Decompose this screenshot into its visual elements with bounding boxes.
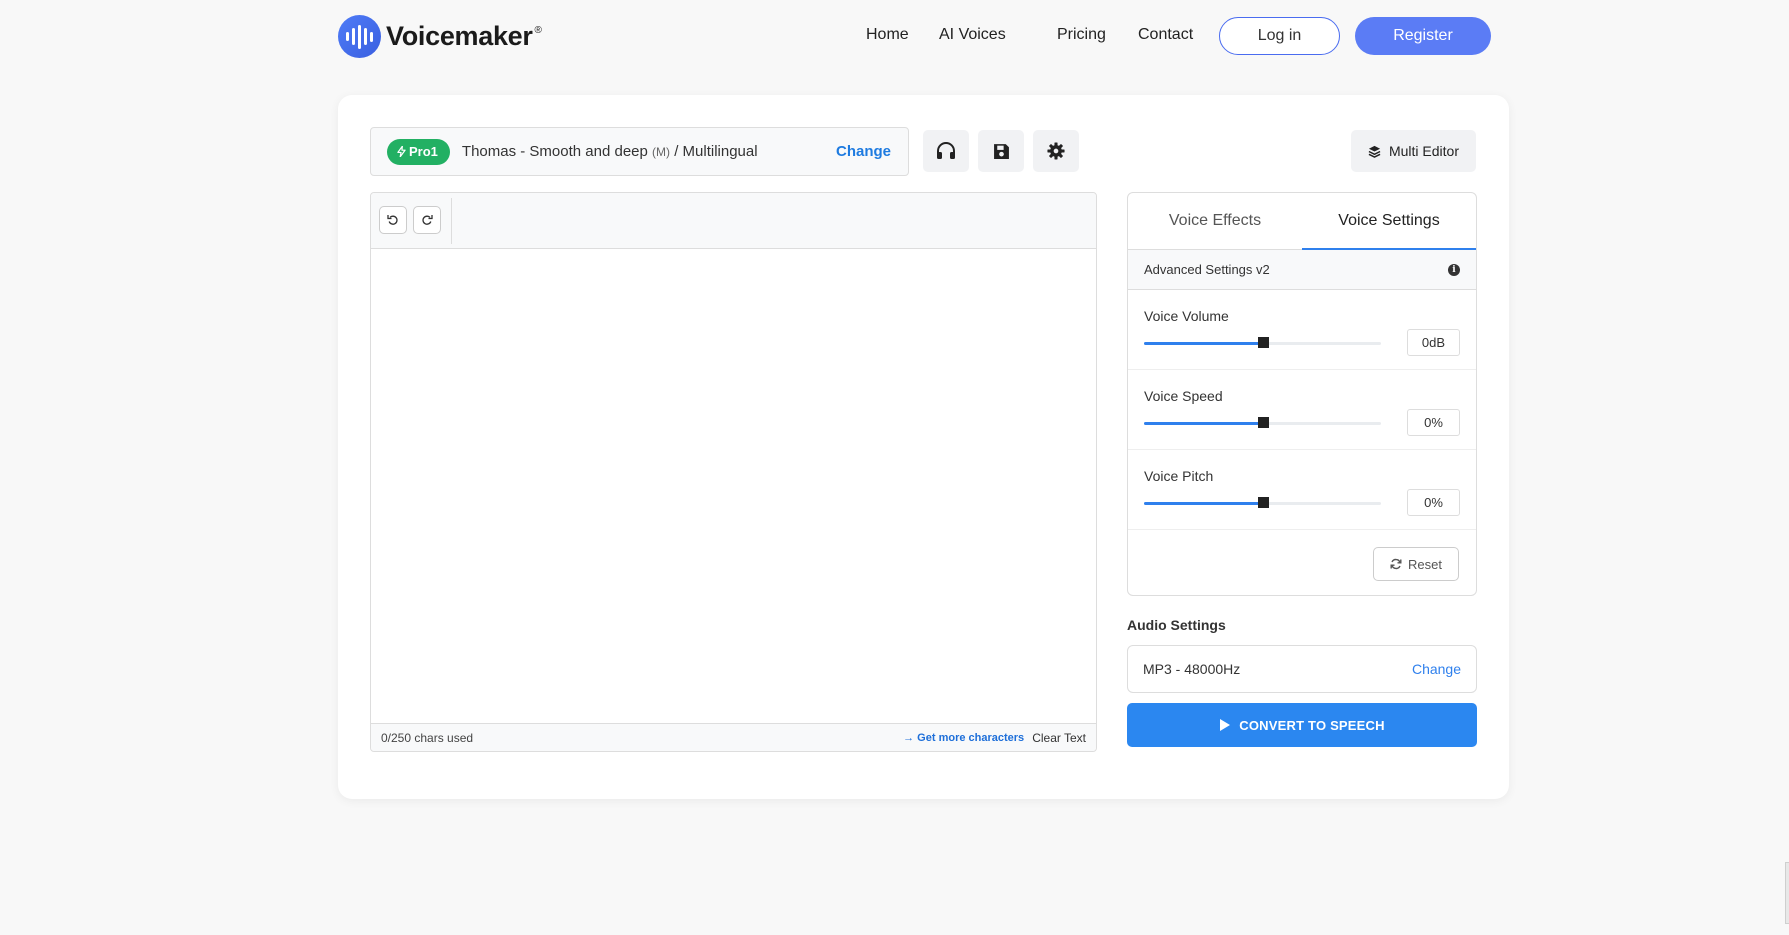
editor-footer: 0/250 chars used → Get more characters C… bbox=[371, 723, 1096, 751]
speed-slider[interactable] bbox=[1144, 417, 1381, 428]
register-button[interactable]: Register bbox=[1355, 17, 1491, 55]
site-header: Voicemaker ® Home AI Voices Pricing Conta… bbox=[0, 0, 1789, 72]
slider-fill bbox=[1144, 502, 1263, 505]
advanced-settings-label: Advanced Settings v2 bbox=[1144, 262, 1270, 277]
toolbar-divider bbox=[451, 198, 452, 244]
get-more-characters-link[interactable]: → Get more characters bbox=[903, 732, 1024, 744]
voice-selector[interactable]: Pro1 Thomas - Smooth and deep (M) / Mult… bbox=[370, 127, 909, 176]
preview-voice-button[interactable] bbox=[923, 130, 969, 172]
redo-icon bbox=[422, 215, 433, 225]
change-audio-link[interactable]: Change bbox=[1412, 661, 1461, 677]
slider-handle[interactable] bbox=[1257, 497, 1269, 508]
speed-value-input[interactable]: 0% bbox=[1407, 409, 1460, 436]
convert-to-speech-button[interactable]: CONVERT TO SPEECH bbox=[1127, 703, 1477, 747]
undo-icon bbox=[387, 215, 398, 225]
nav-pricing[interactable]: Pricing bbox=[1057, 26, 1106, 44]
save-icon bbox=[993, 143, 1009, 159]
brand-name: Voicemaker ® bbox=[386, 21, 542, 51]
voice-settings-panel: Voice Effects Voice Settings Advanced Se… bbox=[1127, 192, 1477, 596]
setting-label: Voice Pitch bbox=[1144, 468, 1214, 484]
gear-icon bbox=[1047, 142, 1065, 160]
layers-icon bbox=[1368, 145, 1381, 158]
tab-voice-settings[interactable]: Voice Settings bbox=[1302, 193, 1476, 250]
side-widget-edge bbox=[1785, 862, 1789, 924]
reset-button[interactable]: Reset bbox=[1373, 547, 1459, 581]
setting-voice-volume: Voice Volume 0dB bbox=[1128, 290, 1476, 370]
volume-value-input[interactable]: 0dB bbox=[1407, 329, 1460, 356]
bolt-icon bbox=[397, 146, 406, 157]
info-icon[interactable]: i bbox=[1448, 263, 1460, 276]
nav-home[interactable]: Home bbox=[866, 26, 909, 44]
text-input-area[interactable] bbox=[371, 249, 1096, 724]
slider-handle[interactable] bbox=[1257, 417, 1269, 428]
advanced-settings-bar: Advanced Settings v2 i bbox=[1128, 250, 1476, 290]
slider-fill bbox=[1144, 342, 1263, 345]
audio-settings-box: MP3 - 48000Hz Change bbox=[1127, 645, 1477, 693]
settings-button[interactable] bbox=[1033, 130, 1079, 172]
tab-voice-effects[interactable]: Voice Effects bbox=[1128, 193, 1302, 249]
nav-ai-voices[interactable]: AI Voices bbox=[939, 26, 1006, 44]
audio-settings-label: Audio Settings bbox=[1127, 617, 1226, 633]
pitch-value-input[interactable]: 0% bbox=[1407, 489, 1460, 516]
pitch-slider[interactable] bbox=[1144, 497, 1381, 508]
login-button[interactable]: Log in bbox=[1219, 17, 1340, 55]
change-voice-link[interactable]: Change bbox=[836, 143, 891, 160]
voice-name: Thomas - Smooth and deep (M) / Multiling… bbox=[461, 143, 758, 160]
panel-tabs: Voice Effects Voice Settings bbox=[1128, 193, 1476, 250]
slider-fill bbox=[1144, 422, 1263, 425]
undo-button[interactable] bbox=[379, 206, 407, 234]
play-icon bbox=[1220, 719, 1231, 731]
chars-used-counter: 0/250 chars used bbox=[381, 730, 474, 745]
setting-voice-speed: Voice Speed 0% bbox=[1128, 370, 1476, 450]
logo-icon bbox=[338, 15, 381, 58]
headphones-icon bbox=[937, 142, 955, 159]
clear-text-button[interactable]: Clear Text bbox=[1032, 731, 1086, 745]
pro-badge: Pro1 bbox=[387, 138, 450, 165]
volume-slider[interactable] bbox=[1144, 337, 1381, 348]
setting-label: Voice Volume bbox=[1144, 308, 1229, 324]
nav-contact[interactable]: Contact bbox=[1138, 26, 1193, 44]
redo-button[interactable] bbox=[413, 206, 441, 234]
save-button[interactable] bbox=[978, 130, 1024, 172]
setting-label: Voice Speed bbox=[1144, 388, 1223, 404]
text-editor: 0/250 chars used → Get more characters C… bbox=[370, 192, 1097, 752]
setting-voice-pitch: Voice Pitch 0% bbox=[1128, 450, 1476, 530]
audio-format: MP3 - 48000Hz bbox=[1143, 661, 1241, 677]
multi-editor-button[interactable]: Multi Editor bbox=[1351, 130, 1476, 172]
brand-logo[interactable]: Voicemaker ® bbox=[338, 15, 542, 58]
refresh-icon bbox=[1390, 558, 1402, 570]
slider-handle[interactable] bbox=[1257, 337, 1269, 348]
editor-toolbar bbox=[371, 193, 1096, 249]
tts-card: Pro1 Thomas - Smooth and deep (M) / Mult… bbox=[338, 95, 1509, 799]
